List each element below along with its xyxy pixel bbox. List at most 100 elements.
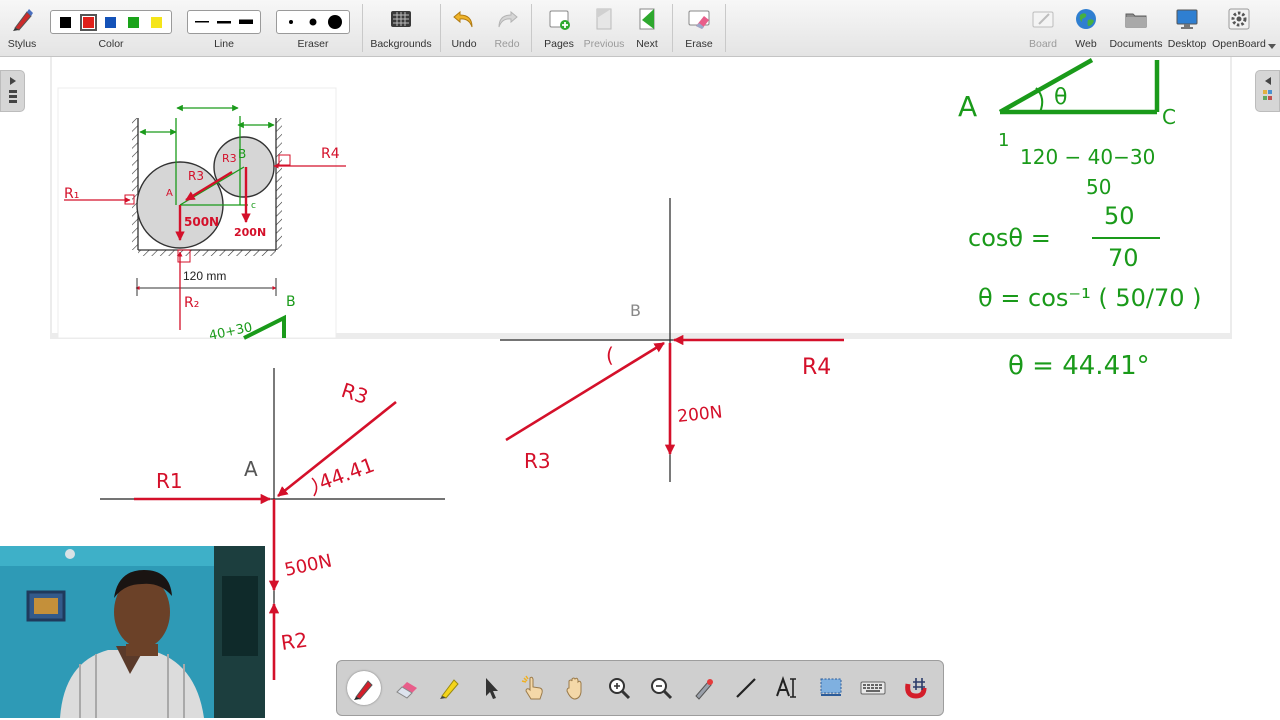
fbd-b-r3: R3 <box>524 449 551 473</box>
undo-button[interactable]: Undo <box>446 2 482 54</box>
figure-label-r1: R₁ <box>64 186 79 202</box>
keyboard-tool[interactable] <box>856 671 890 705</box>
board-icon <box>1032 11 1054 28</box>
line-widths <box>187 10 261 34</box>
chevron-down-icon[interactable] <box>1268 44 1276 50</box>
color-swatch-black[interactable] <box>59 16 71 28</box>
board-label: Board <box>1028 38 1058 50</box>
triangle-label-c: C <box>1162 105 1176 129</box>
zoom-in-tool[interactable] <box>602 671 636 705</box>
line-label: Line <box>214 38 234 50</box>
web-label: Web <box>1075 38 1097 50</box>
color-swatch-yellow[interactable] <box>151 16 163 28</box>
next-page-icon <box>639 8 655 30</box>
fbd-a-r3: R3 <box>338 378 371 409</box>
pages-button[interactable]: Pages <box>539 2 579 54</box>
zoom-out-tool[interactable] <box>644 671 678 705</box>
erase-button[interactable]: Erase <box>679 2 719 54</box>
figure-label-r3b: R3 <box>222 152 237 165</box>
figure-label-200n: 200N <box>234 226 266 239</box>
arrow-cursor-icon <box>486 678 499 699</box>
theta-result: θ = 44.41° <box>1008 351 1150 381</box>
web-button[interactable]: Web <box>1067 2 1105 54</box>
next-button[interactable]: Next <box>628 2 666 54</box>
line-thin-button[interactable] <box>192 13 212 31</box>
eraser-large-button[interactable] <box>325 13 345 31</box>
text-tool[interactable] <box>771 671 805 705</box>
undo-label: Undo <box>451 38 477 50</box>
documents-button[interactable]: Documents <box>1108 2 1164 54</box>
erase-icon <box>688 10 710 29</box>
figure-label-c: c <box>251 201 256 211</box>
figure-label-r4: R4 <box>321 146 340 162</box>
hand-tool[interactable] <box>559 671 593 705</box>
line-thick-button[interactable] <box>236 13 256 31</box>
hand-icon <box>566 677 582 700</box>
laser-pointer-icon <box>694 679 713 700</box>
triangle-label-a: A <box>958 90 977 123</box>
cos-denominator: 70 <box>1108 244 1139 272</box>
line-medium-button[interactable] <box>214 13 234 31</box>
fbd-b-angle-arc: ( <box>606 343 614 367</box>
fbd-b-point-label: B <box>630 301 641 320</box>
stylus-button[interactable]: Stylus <box>2 2 42 54</box>
desktop-button[interactable]: Desktop <box>1166 2 1208 54</box>
floor <box>138 250 276 256</box>
pointing-hand-icon <box>521 675 543 700</box>
figure-label-b-triangle: B <box>286 294 296 310</box>
highlighter-tool[interactable] <box>432 671 466 705</box>
eraser-medium-button[interactable] <box>303 13 323 31</box>
right-wall <box>276 118 282 250</box>
cos-numerator: 50 <box>1104 202 1135 230</box>
laser-pointer-tool[interactable] <box>687 671 721 705</box>
color-swatch-red[interactable] <box>79 13 97 31</box>
capture-tool[interactable] <box>814 671 848 705</box>
triangle-theta: θ <box>1054 85 1067 110</box>
redo-button[interactable]: Redo <box>489 2 525 54</box>
figure-label-b: B <box>238 147 246 161</box>
keyboard-icon <box>860 681 886 695</box>
backgrounds-icon <box>391 11 411 27</box>
next-label: Next <box>636 38 658 50</box>
fbd-a-500n: 500N <box>283 550 334 580</box>
color-swatch-green[interactable] <box>128 16 140 28</box>
color-group: Color <box>48 2 174 54</box>
free-body-diagram-b: R4 R3 200N ( B <box>500 198 844 482</box>
figure-label-500n: 500N <box>184 215 219 229</box>
presenter-video <box>0 546 265 718</box>
magnet-icon <box>904 678 927 699</box>
eraser-tool[interactable] <box>390 671 424 705</box>
note-fifty: 50 <box>1086 175 1111 199</box>
fbd-b-r4: R4 <box>802 355 831 380</box>
board-button[interactable]: Board <box>1024 2 1062 54</box>
zoom-in-icon <box>608 678 630 700</box>
documents-label: Documents <box>1109 38 1163 50</box>
undo-icon <box>453 10 473 28</box>
add-page-icon <box>549 10 570 30</box>
openboard-label: OpenBoard <box>1212 38 1266 50</box>
color-label: Color <box>98 38 124 50</box>
gear-icon <box>1228 8 1250 30</box>
backgrounds-button[interactable]: Backgrounds <box>368 2 434 54</box>
screen-capture-icon <box>820 678 842 696</box>
note-subtraction: 120 − 40−30 <box>1020 145 1155 169</box>
folder-icon <box>1125 13 1147 28</box>
fbd-a-r1: R1 <box>156 469 183 493</box>
eraser-small-button[interactable] <box>281 13 301 31</box>
select-tool[interactable] <box>474 671 508 705</box>
previous-button[interactable]: Previous <box>582 2 626 54</box>
pen-tool[interactable] <box>347 671 382 705</box>
line-tool[interactable] <box>729 671 763 705</box>
magnet-grid-tool[interactable] <box>899 671 933 705</box>
color-swatch-blue[interactable] <box>105 16 117 28</box>
stylus-icon <box>13 9 33 31</box>
dimension-text: 120 mm <box>183 269 226 283</box>
figure-label-r3: R3 <box>188 169 204 183</box>
openboard-menu-button[interactable]: OpenBoard <box>1212 2 1266 54</box>
interact-tool[interactable] <box>517 671 551 705</box>
previous-page-icon <box>596 8 612 30</box>
cos-equation-lhs: cosθ = <box>968 224 1051 252</box>
backgrounds-label: Backgrounds <box>370 38 432 50</box>
figure-label-a: A <box>166 188 173 199</box>
previous-label: Previous <box>583 38 625 50</box>
